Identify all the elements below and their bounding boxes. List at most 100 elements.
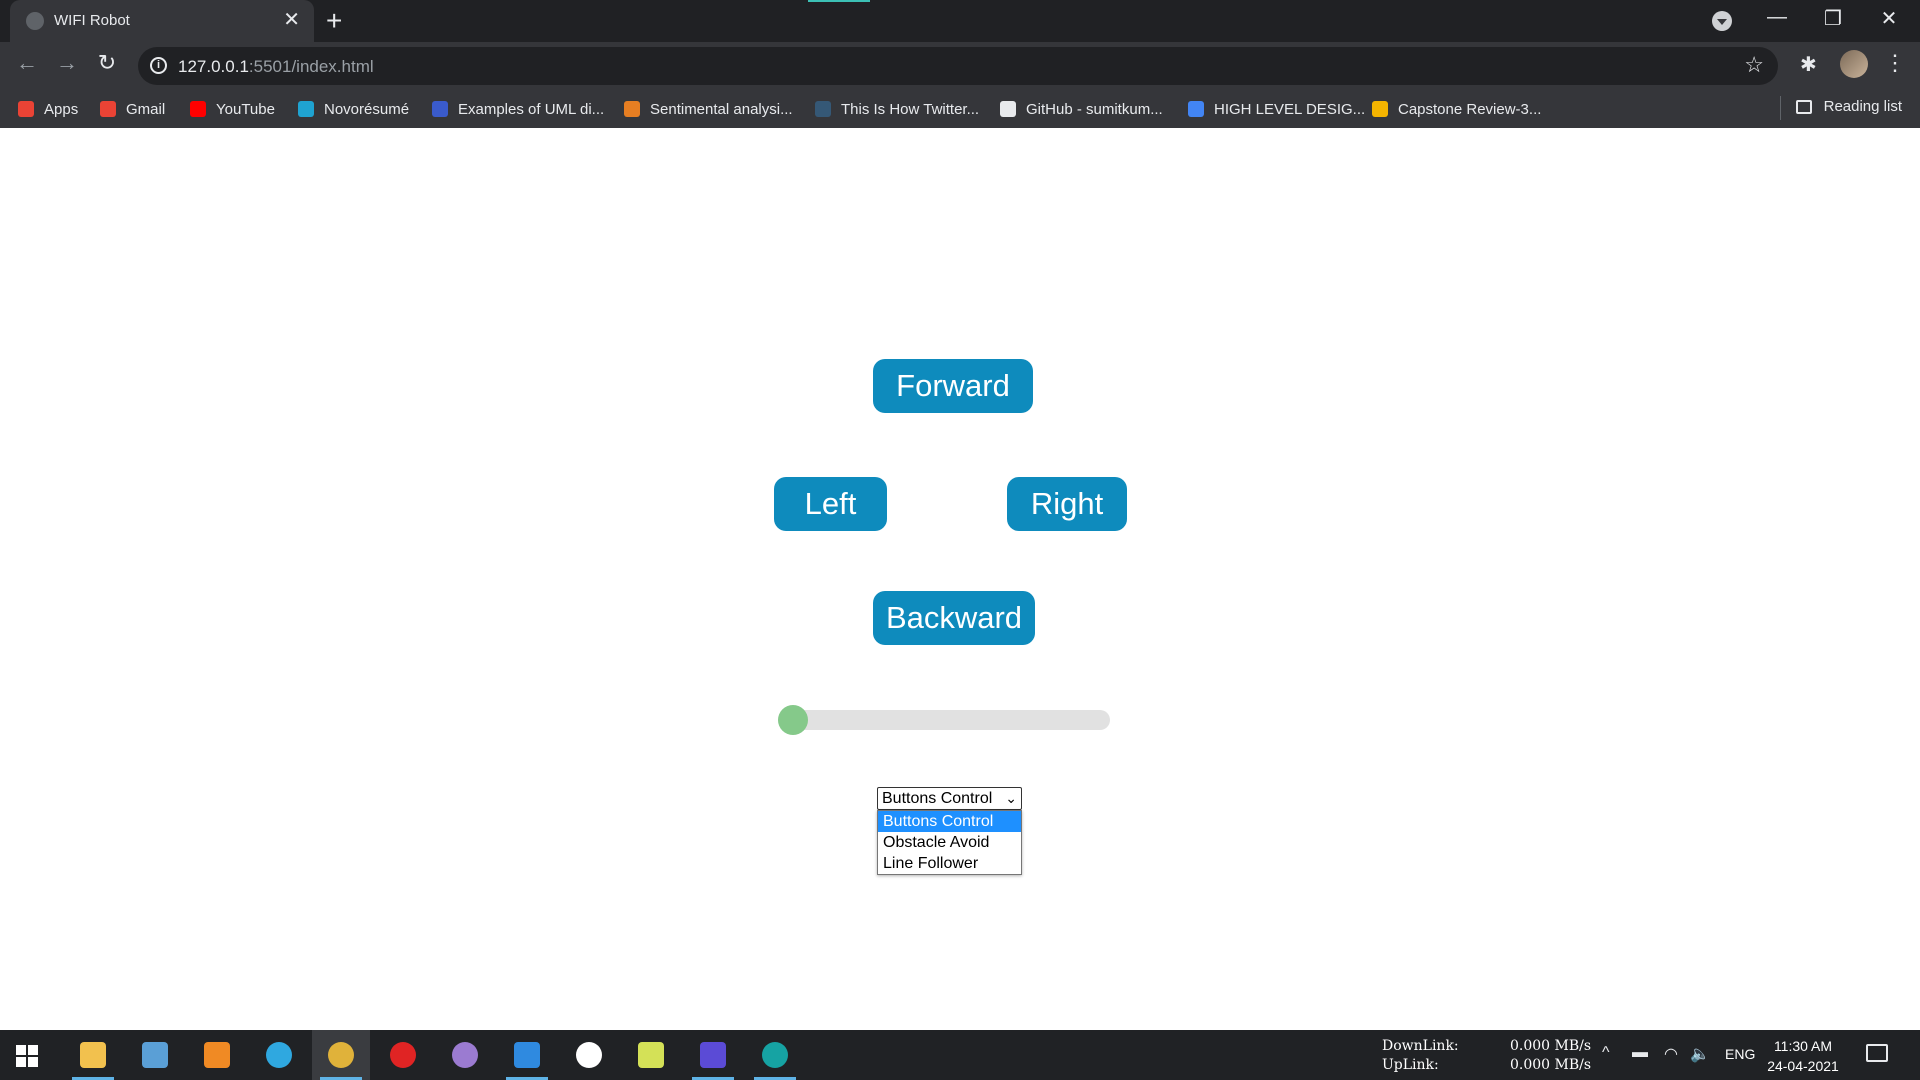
windows-start-icon[interactable] bbox=[16, 1045, 38, 1067]
bookmark-label: Novorésumé bbox=[324, 100, 410, 118]
mode-select-value: Buttons Control bbox=[882, 790, 993, 807]
bookmark-item[interactable]: GitHub - sumitkum... bbox=[1000, 98, 1163, 120]
site-info-icon[interactable]: i bbox=[150, 57, 167, 74]
language-indicator[interactable]: ENG bbox=[1725, 1046, 1755, 1062]
menu-icon[interactable]: ⋮ bbox=[1884, 50, 1906, 76]
mode-option[interactable]: Line Follower bbox=[878, 853, 1021, 874]
extensions-icon[interactable]: ✱ bbox=[1800, 52, 1817, 77]
novoresume-icon bbox=[298, 101, 314, 117]
bookmark-item[interactable]: Examples of UML di... bbox=[432, 98, 604, 120]
close-window-icon[interactable]: ✕ bbox=[1866, 6, 1912, 31]
browser-toolbar: ← → ↻ i 127.0.0.1:5501/index.html ☆ ✱ ⋮ bbox=[0, 42, 1920, 88]
youtube-icon bbox=[190, 101, 206, 117]
tab-strip: WIFI Robot ✕ + — ❐ ✕ bbox=[0, 0, 1920, 42]
windows-taskbar: DownLink: UpLink: 0.000 MB/s 0.000 MB/s … bbox=[0, 1030, 1920, 1080]
browser-chrome: WIFI Robot ✕ + — ❐ ✕ ← → ↻ i 127.0.0.1:5… bbox=[0, 0, 1920, 128]
bookmark-item[interactable]: Apps bbox=[18, 98, 78, 120]
profile-avatar[interactable] bbox=[1840, 50, 1868, 78]
backward-button[interactable]: Backward bbox=[873, 591, 1035, 645]
app-w-icon bbox=[576, 1042, 602, 1068]
battery-icon[interactable]: ▬ bbox=[1632, 1044, 1648, 1062]
tray-chevron-icon[interactable]: ^ bbox=[1602, 1044, 1610, 1062]
bookmark-label: Sentimental analysi... bbox=[650, 100, 793, 118]
tab-strip-accent bbox=[808, 0, 870, 2]
network-speed-values: 0.000 MB/s 0.000 MB/s bbox=[1510, 1037, 1591, 1075]
close-tab-icon[interactable]: ✕ bbox=[283, 9, 300, 31]
address-url[interactable]: 127.0.0.1:5501/index.html bbox=[178, 57, 374, 77]
bookmark-item[interactable]: This Is How Twitter... bbox=[815, 98, 979, 120]
bookmark-item[interactable]: Capstone Review-3... bbox=[1372, 98, 1541, 120]
taskbar-app[interactable] bbox=[746, 1030, 804, 1080]
taskbar-app[interactable] bbox=[188, 1030, 246, 1080]
vlc-icon bbox=[204, 1042, 230, 1068]
github-icon bbox=[1000, 101, 1016, 117]
vscode-icon bbox=[514, 1042, 540, 1068]
taskbar-app[interactable] bbox=[126, 1030, 184, 1080]
book-icon bbox=[624, 101, 640, 117]
outlook-icon bbox=[142, 1042, 168, 1068]
globe-icon bbox=[26, 12, 44, 30]
edge-icon bbox=[266, 1042, 292, 1068]
bookmark-label: Apps bbox=[44, 100, 79, 118]
downlink-label: DownLink: bbox=[1382, 1038, 1459, 1054]
opera-icon bbox=[390, 1042, 416, 1068]
uml-icon bbox=[432, 101, 448, 117]
system-clock[interactable]: 11:30 AM 24-04-2021 bbox=[1760, 1036, 1846, 1076]
notifications-icon[interactable] bbox=[1866, 1044, 1888, 1062]
bookmark-label: GitHub - sumitkum... bbox=[1026, 100, 1163, 118]
speed-slider-track[interactable] bbox=[778, 710, 1110, 730]
bookmarks-bar: Apps Gmail YouTube Novorésumé Examples of UM… bbox=[0, 90, 1920, 128]
slides-icon bbox=[1372, 101, 1388, 117]
taskbar-app[interactable] bbox=[436, 1030, 494, 1080]
taskbar-app[interactable] bbox=[312, 1030, 370, 1080]
bookmark-item[interactable]: Novorésumé bbox=[298, 98, 409, 120]
bookmark-label: Capstone Review-3... bbox=[1398, 100, 1542, 118]
bookmark-label: Gmail bbox=[126, 100, 166, 118]
clock-date: 24-04-2021 bbox=[1767, 1058, 1839, 1074]
reading-list-button[interactable]: Reading list bbox=[1795, 98, 1902, 115]
taskbar-app[interactable] bbox=[498, 1030, 556, 1080]
taskbar-app[interactable] bbox=[374, 1030, 432, 1080]
taskbar-app[interactable] bbox=[250, 1030, 308, 1080]
right-button[interactable]: Right bbox=[1007, 477, 1127, 531]
forward-button[interactable]: Forward bbox=[873, 359, 1033, 413]
taskbar-app[interactable] bbox=[64, 1030, 122, 1080]
intellij-icon bbox=[700, 1042, 726, 1068]
volume-icon[interactable]: 🔈 bbox=[1690, 1044, 1710, 1064]
speed-slider-thumb[interactable] bbox=[778, 705, 808, 735]
back-icon[interactable]: ← bbox=[12, 50, 42, 76]
tab-wifi-robot[interactable]: WIFI Robot ✕ bbox=[10, 0, 314, 42]
maximize-icon[interactable]: ❐ bbox=[1810, 6, 1856, 31]
reading-list-icon bbox=[1795, 99, 1812, 114]
downlink-value: 0.000 MB/s bbox=[1510, 1038, 1592, 1054]
bookmark-label: HIGH LEVEL DESIG... bbox=[1214, 100, 1366, 118]
bookmark-item[interactable]: YouTube bbox=[190, 98, 275, 120]
clock-time: 11:30 AM bbox=[1773, 1038, 1833, 1054]
docs-icon bbox=[1188, 101, 1204, 117]
bookmark-item[interactable]: Sentimental analysi... bbox=[624, 98, 793, 120]
minimize-icon[interactable]: — bbox=[1754, 6, 1800, 29]
bookmark-item[interactable]: HIGH LEVEL DESIG... bbox=[1188, 98, 1365, 120]
address-bar[interactable]: i 127.0.0.1:5501/index.html ☆ bbox=[138, 47, 1778, 85]
mode-dropdown-list: Buttons Control Obstacle Avoid Line Follow… bbox=[877, 810, 1022, 875]
tds-icon bbox=[815, 101, 831, 117]
reload-icon[interactable]: ↻ bbox=[92, 50, 122, 76]
file-explorer-icon bbox=[80, 1042, 106, 1068]
left-button[interactable]: Left bbox=[774, 477, 887, 531]
mode-option[interactable]: Buttons Control bbox=[878, 811, 1021, 832]
bookmark-item[interactable]: Gmail bbox=[100, 98, 165, 120]
tab-search-icon[interactable] bbox=[1712, 11, 1732, 31]
forward-nav-icon[interactable]: → bbox=[52, 50, 82, 76]
bookmark-star-icon[interactable]: ☆ bbox=[1744, 52, 1764, 78]
mode-select[interactable]: Buttons Control ⌄ bbox=[877, 787, 1022, 810]
arduino-icon bbox=[762, 1042, 788, 1068]
tab-title: WIFI Robot bbox=[54, 12, 130, 29]
chevron-down-icon: ⌄ bbox=[1005, 790, 1017, 806]
new-tab-button[interactable]: + bbox=[326, 6, 342, 36]
bookmark-label: This Is How Twitter... bbox=[841, 100, 980, 118]
wifi-icon[interactable]: ◠ bbox=[1664, 1044, 1678, 1064]
taskbar-app[interactable] bbox=[622, 1030, 680, 1080]
taskbar-app[interactable] bbox=[684, 1030, 742, 1080]
mode-option[interactable]: Obstacle Avoid bbox=[878, 832, 1021, 853]
taskbar-app[interactable] bbox=[560, 1030, 618, 1080]
